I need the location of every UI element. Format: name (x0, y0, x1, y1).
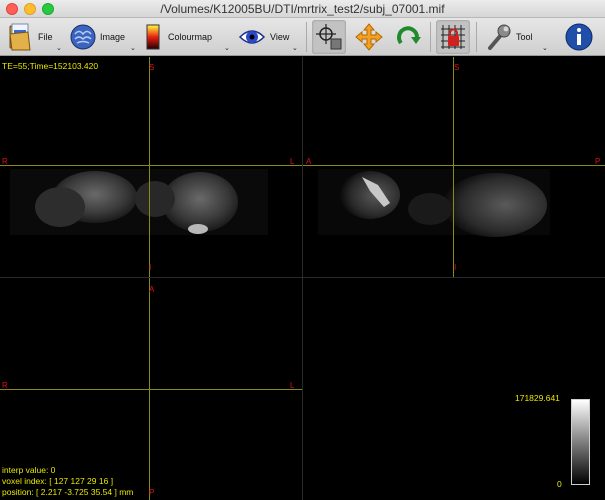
info-icon (565, 23, 593, 51)
info-button[interactable] (562, 20, 596, 54)
colorbar (571, 399, 590, 485)
te-time-readout: TE=55;Time=152103.420 (2, 61, 99, 71)
colorbar-max-label: 171829.641 (515, 393, 560, 403)
chevron-down-icon: ⌄ (56, 45, 62, 52)
rotate-icon (397, 26, 421, 45)
orientation-label-bottom: I (149, 263, 152, 272)
image-viewport[interactable]: S I R L S I A P A P R L TE=55;Time=15210… (0, 57, 605, 500)
orientation-label-top: A (149, 285, 155, 294)
brain-tissue (443, 173, 547, 237)
toolbar-separator (306, 22, 307, 52)
orientation-label-left: R (2, 157, 8, 166)
colourmap-icon (146, 24, 160, 50)
voxel-index-readout: voxel index: [ 127 127 29 16 ] (2, 476, 114, 486)
chevron-down-icon: ⌄ (130, 45, 136, 52)
colourmap-menu-button[interactable]: Colourmap ⌄ (144, 20, 232, 54)
toolbar: File ⌄ Image ⌄ Colourmap ⌄ View ⌄ Tool ⌄ (0, 18, 605, 56)
view-menu-label: View (270, 32, 290, 42)
orientation-label-right: L (290, 381, 295, 390)
chevron-down-icon: ⌄ (224, 45, 230, 52)
tool-menu-label: Tool (516, 32, 533, 42)
move-mode-button[interactable] (352, 20, 386, 54)
window-title: /Volumes/K12005BU/DTI/mrtrix_test2/subj_… (160, 2, 445, 16)
rotate-mode-button[interactable] (392, 20, 426, 54)
orientation-label-right: L (290, 157, 295, 166)
brain-icon (70, 24, 96, 50)
image-menu-button[interactable]: Image ⌄ (70, 20, 138, 54)
wrench-icon (488, 24, 511, 50)
chevron-down-icon: ⌄ (292, 45, 298, 52)
eye-icon (238, 30, 266, 44)
interp-value-readout: interp value: 0 (2, 465, 56, 475)
folder-icon (9, 23, 31, 51)
toolbar-separator (430, 22, 431, 52)
orientation-label-top: S (454, 63, 460, 72)
window-title-bar: /Volumes/K12005BU/DTI/mrtrix_test2/subj_… (0, 0, 605, 18)
toolbar-separator (476, 22, 477, 52)
crosshair-icon (316, 24, 342, 50)
grid-lock-icon (441, 25, 465, 49)
crosshair-line (303, 165, 605, 166)
position-readout: position: [ 2.217 -3.725 35.54 ] mm (2, 487, 134, 497)
pane-divider (302, 57, 303, 500)
orientation-label-left: R (2, 381, 8, 390)
orientation-label-bottom: I (454, 263, 457, 272)
crosshair-line (453, 57, 454, 277)
file-menu-label: File (38, 32, 53, 42)
focus-mode-button[interactable] (312, 20, 346, 54)
orientation-label-right: P (595, 157, 601, 166)
colourmap-menu-label: Colourmap (168, 32, 213, 42)
tool-menu-button[interactable]: Tool ⌄ (484, 20, 550, 54)
view-menu-button[interactable]: View ⌄ (238, 20, 302, 54)
crosshair-line (0, 165, 302, 166)
orientation-label-left: A (306, 157, 312, 166)
colorbar-min-label: 0 (557, 479, 562, 489)
chevron-down-icon: ⌄ (542, 45, 548, 52)
move-arrows-icon (355, 23, 383, 51)
orientation-label-top: S (149, 63, 155, 72)
file-menu-button[interactable]: File ⌄ (8, 20, 66, 54)
brain-tissue (340, 171, 400, 219)
image-menu-label: Image (100, 32, 126, 42)
snap-to-grid-button[interactable] (436, 20, 470, 54)
orientation-label-bottom: P (149, 488, 155, 497)
crosshair-line (0, 389, 302, 390)
crosshair-line (149, 57, 150, 277)
pane-divider (0, 277, 605, 278)
